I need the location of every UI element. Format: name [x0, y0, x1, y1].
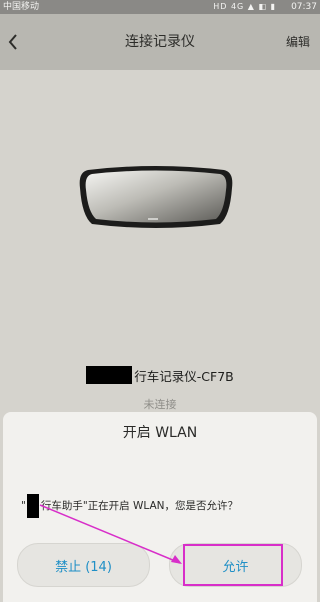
message-body: 正在开启 WLAN，您是否允许？: [87, 500, 239, 512]
wlan-permission-dialog: 开启 WLAN " 行车助手" 正在开启 WLAN，您是否允许？ 禁止 (14)…: [3, 412, 317, 602]
title-bar: 连接记录仪 编辑: [0, 14, 320, 70]
quote-mark: ": [21, 500, 26, 512]
edit-button[interactable]: 编辑: [286, 14, 310, 70]
clock: 07:37: [291, 2, 317, 12]
status-icons: HD 4G ▲ ◧ ▮: [213, 2, 276, 11]
page-title: 连接记录仪: [125, 34, 195, 50]
carrier-label: 中国移动: [3, 2, 40, 12]
deny-button[interactable]: 禁止 (14): [17, 543, 150, 587]
connection-status: 未连接: [143, 398, 177, 411]
device-name-row: 行车记录仪-CF7B: [0, 366, 320, 384]
dashcam-image: [78, 166, 234, 232]
redaction-block: [86, 366, 133, 384]
redaction-block-small: [26, 494, 39, 518]
annotation-highlight-box: [183, 544, 283, 586]
device-name: 行车记录仪-CF7B: [134, 368, 234, 384]
dialog-title: 开启 WLAN: [122, 425, 198, 441]
app-name: 行车助手": [40, 500, 88, 512]
dialog-message: " 行车助手" 正在开启 WLAN，您是否允许？: [21, 494, 311, 518]
status-bar: 中国移动 HD 4G ▲ ◧ ▮ 07:37: [0, 0, 320, 14]
